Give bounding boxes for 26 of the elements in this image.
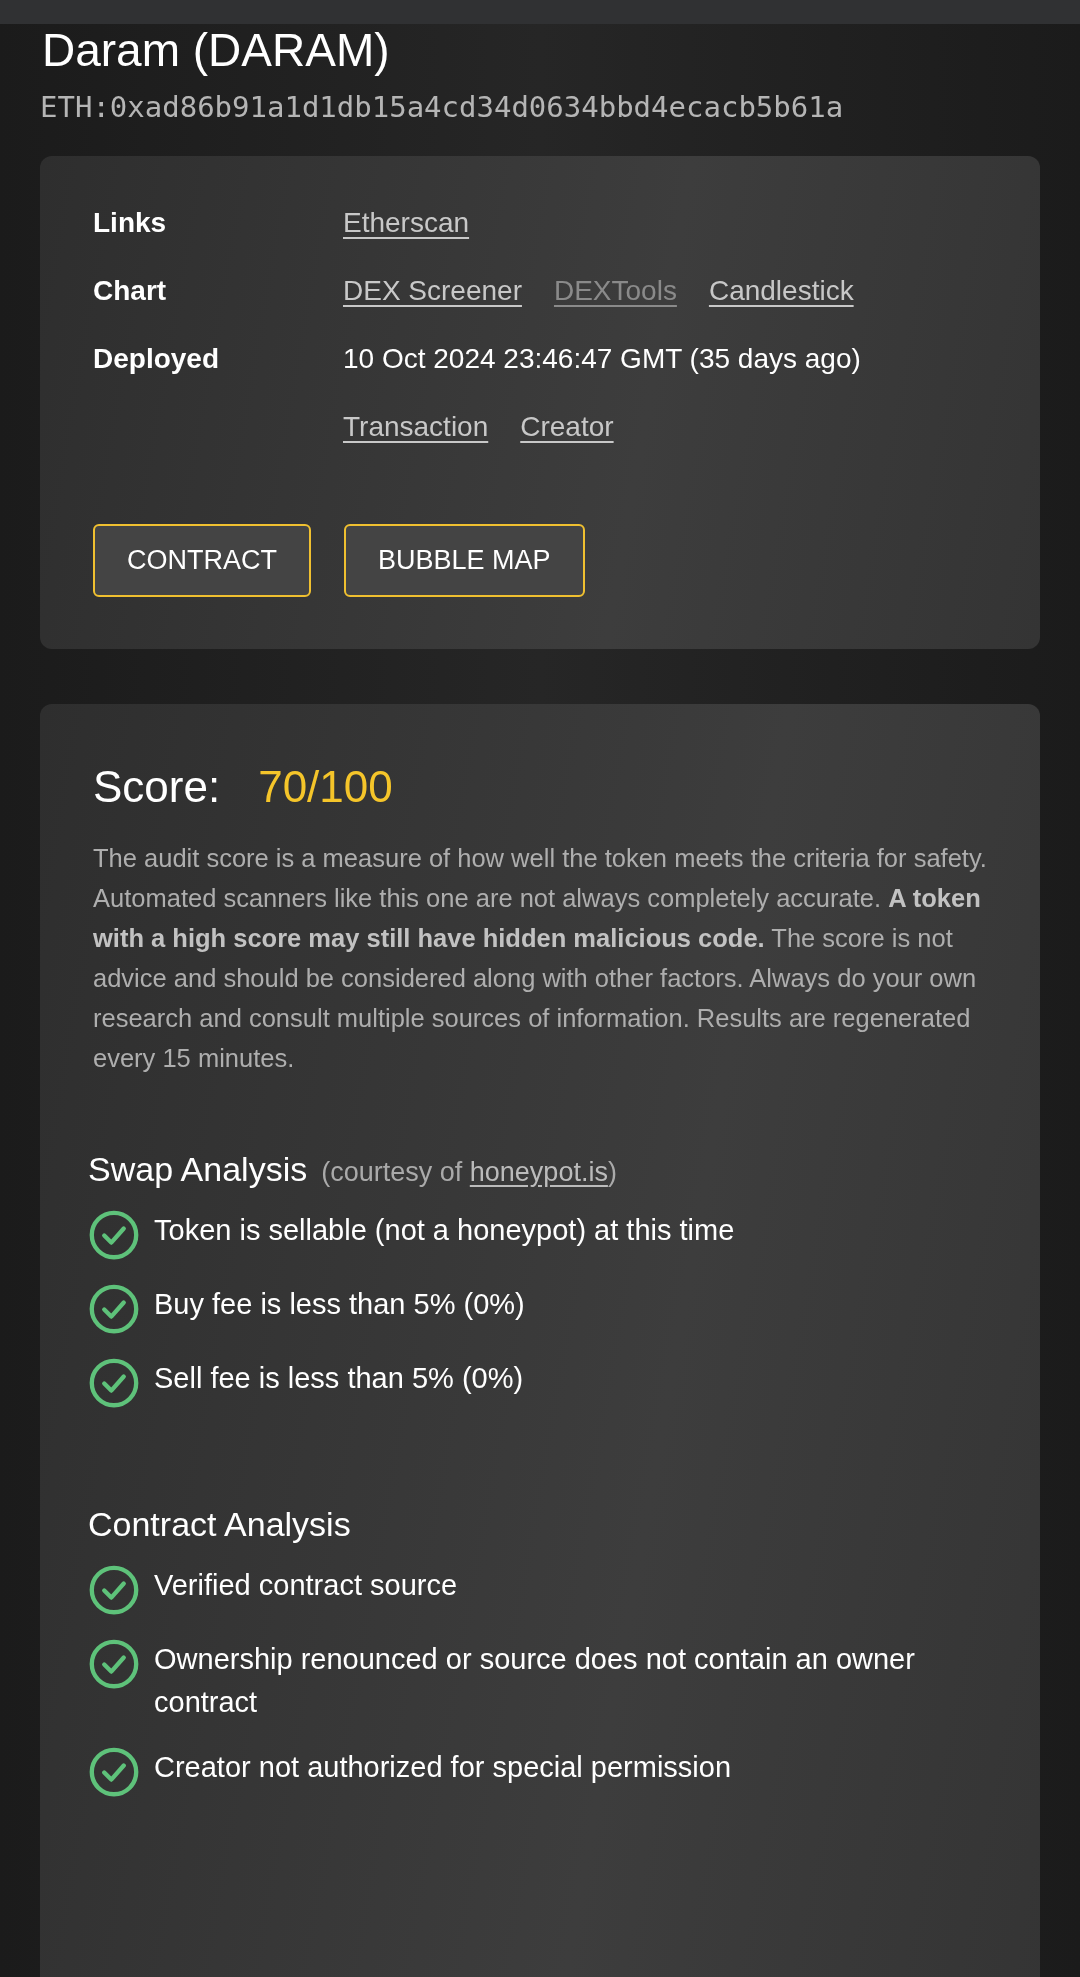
contract-address: ETH:0xad86b91a1d1db15a4cd34d0634bbd4ecacb5b61a (40, 90, 844, 124)
action-button[interactable]: BUBBLE MAP (344, 524, 585, 597)
score-label: Score: (93, 762, 221, 812)
info-link[interactable]: Creator (520, 412, 614, 442)
info-value: 10 Oct 2024 23:46:47 GMT (35 days ago) (343, 344, 861, 374)
info-link[interactable]: Transaction (343, 412, 489, 442)
check-item-text: Verified contract source (154, 1568, 458, 1603)
info-label: Deployed (93, 344, 220, 374)
courtesy-note: (courtesy of honeypot.is) (321, 1157, 617, 1188)
info-link[interactable]: Candlestick (708, 276, 854, 306)
check-item-text: Token is sellable (not a honeypot) at this time (154, 1213, 735, 1248)
info-label: Links (93, 208, 167, 238)
section-title: Contract Analysis (88, 1505, 351, 1544)
info-label: Chart (93, 276, 167, 306)
info-link[interactable]: DEX Screener (343, 276, 522, 306)
check-item-text: Sell fee is less than 5% (0%) (154, 1361, 524, 1396)
action-button[interactable]: CONTRACT (93, 524, 311, 597)
check-item-text: Ownership renounced or source does not contain an owner contract (154, 1642, 916, 1720)
token-title: Daram (DARAM) (41, 24, 390, 76)
check-item-text: Buy fee is less than 5% (0%) (154, 1287, 525, 1322)
score-value: 70/100 (258, 762, 393, 812)
source-link[interactable]: honeypot.is (469, 1157, 608, 1187)
check-item-text: Creator not authorized for special permission (154, 1750, 732, 1785)
score-description: The audit score is a measure of how well the token meets the criteria for safety. Automated scanners like this one are not always completely accurate. A token with a high score may still have hidden malicious code. The score is not advice and should be considered along with other factors. Always do your own research and consult multiple sources of information. Results are regenerated every 15 minutes. (93, 843, 987, 1074)
section-title: Swap Analysis (88, 1150, 308, 1189)
info-link[interactable]: Etherscan (343, 208, 470, 238)
